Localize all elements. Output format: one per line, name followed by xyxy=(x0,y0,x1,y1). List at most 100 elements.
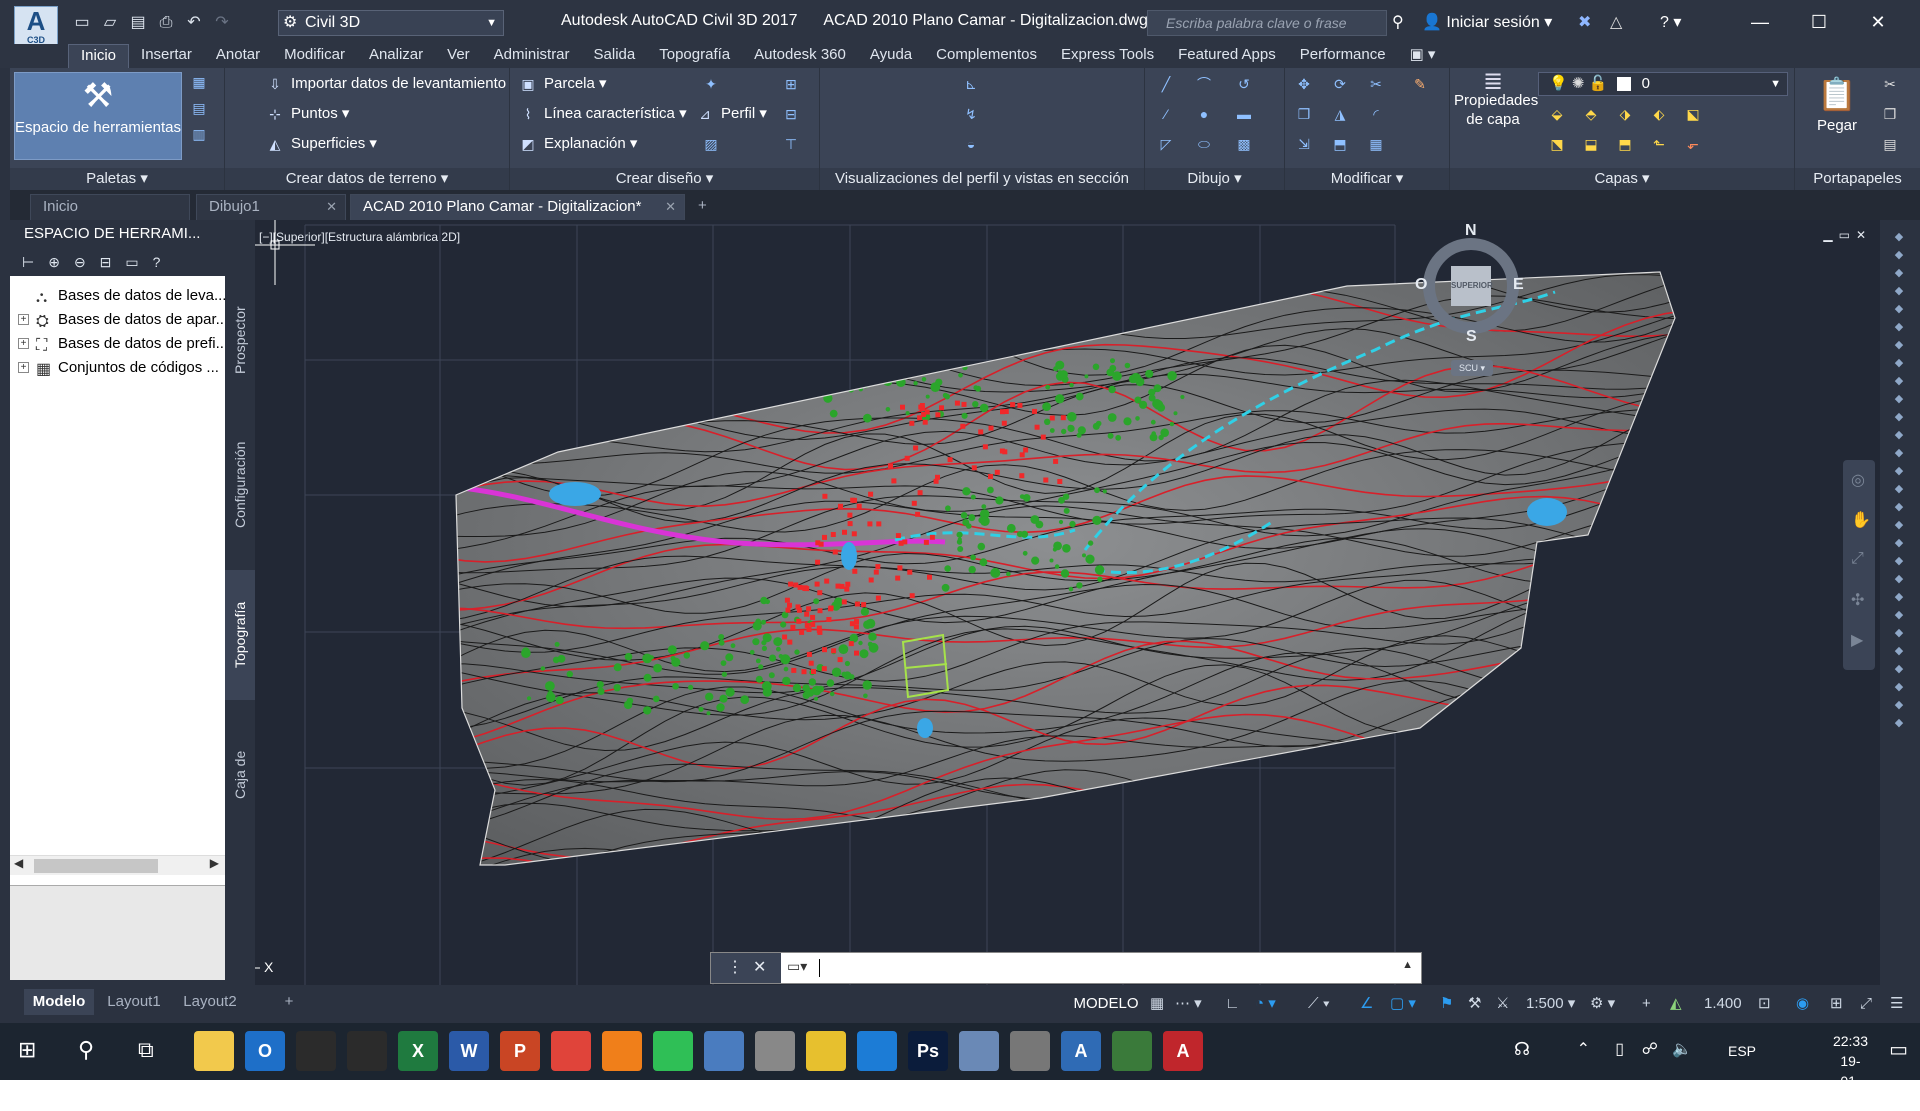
doc-tab-dibujo1[interactable]: Dibujo1 ✕ xyxy=(196,194,346,220)
paste-button[interactable]: 📋 Pegar xyxy=(1809,72,1865,136)
a360-icon[interactable]: △ xyxy=(1610,12,1622,32)
tab-topografia[interactable]: Topografía xyxy=(225,570,255,700)
intersection-icon[interactable]: ▨ xyxy=(700,134,722,154)
toolspace-button[interactable]: ⚒ Espacio de herramientas xyxy=(14,72,182,160)
tab-ayuda[interactable]: Ayuda xyxy=(858,44,924,68)
command-line[interactable]: ⋮✕🔧 ▭▾ ▲ xyxy=(710,952,1422,1006)
rail-tool-icon[interactable]: ◆ xyxy=(1890,518,1908,534)
layer-tool-3-icon[interactable]: ⬗ xyxy=(1614,104,1636,124)
object-snap-icon[interactable]: ▢ ▾ xyxy=(1390,991,1416,1017)
battery-icon[interactable]: ▯ xyxy=(1615,1039,1624,1059)
rail-tool-icon[interactable]: ◆ xyxy=(1890,680,1908,696)
new-tab-button[interactable]: + xyxy=(690,194,720,220)
status-menu-icon[interactable]: ☰ xyxy=(1890,991,1903,1017)
tree-item-survey-db[interactable]: ⛬ Bases de datos de leva... xyxy=(10,284,226,308)
panel-title-paletas[interactable]: Paletas ▾ xyxy=(10,168,224,190)
showmotion-icon[interactable]: ▶ xyxy=(1851,630,1863,650)
rail-tool-icon[interactable]: ◆ xyxy=(1890,374,1908,390)
annotation-scale-dropdown[interactable]: 1:500 ▾ xyxy=(1526,991,1575,1017)
outlook-icon[interactable]: O xyxy=(245,1031,285,1071)
search-input[interactable]: Escriba palabra clave o frase xyxy=(1147,10,1387,36)
volume-icon[interactable]: 🔈 xyxy=(1672,1039,1692,1059)
horizontal-scrollbar[interactable]: ◀ ▶ xyxy=(10,855,225,875)
osnap-icon[interactable]: ∠ xyxy=(1360,991,1373,1017)
import-survey-button[interactable]: ⇩ Importar datos de levantamiento xyxy=(265,74,506,94)
rail-tool-icon[interactable]: ◆ xyxy=(1890,590,1908,606)
app-chart-icon[interactable] xyxy=(1112,1031,1152,1071)
expand-icon[interactable]: + xyxy=(18,362,29,373)
expand-icon[interactable]: + xyxy=(18,314,29,325)
spline-icon[interactable]: ◸ xyxy=(1155,134,1177,154)
binoculars-icon[interactable]: ⚲ xyxy=(1392,12,1404,32)
panel-title-capas[interactable]: Capas ▾ xyxy=(1450,168,1794,190)
sample-lines-icon[interactable]: ↯ xyxy=(960,104,982,124)
assembly-icon[interactable]: ⊟ xyxy=(780,104,802,124)
rail-tool-icon[interactable]: ◆ xyxy=(1890,230,1908,246)
rail-tool-icon[interactable]: ◆ xyxy=(1890,572,1908,588)
panel-title-modificar[interactable]: Modificar ▾ xyxy=(1285,168,1449,190)
redo-icon[interactable]: ↷ xyxy=(210,12,234,34)
signin-button[interactable]: 👤 Iniciar sesión ▾ xyxy=(1422,12,1552,32)
hatch-icon[interactable]: ▩ xyxy=(1233,134,1255,154)
steering-wheel-icon[interactable]: ◎ xyxy=(1851,470,1865,490)
tab-configuracion[interactable]: Configuración xyxy=(225,410,255,560)
print-icon[interactable]: ⎙ xyxy=(154,12,178,34)
help-icon[interactable]: ? xyxy=(153,254,161,270)
layer-tool-5-icon[interactable]: ⬕ xyxy=(1682,104,1704,124)
undo-icon[interactable]: ↶ xyxy=(182,12,206,34)
rotate-icon[interactable]: ⟳ xyxy=(1329,74,1351,94)
exchange-icon[interactable]: ✖ xyxy=(1578,12,1591,32)
layer-tool-4-icon[interactable]: ⬖ xyxy=(1648,104,1670,124)
layer-tool-7-icon[interactable]: ⬓ xyxy=(1580,134,1602,154)
orbit-icon[interactable]: ✣ xyxy=(1851,590,1864,610)
doc-tab-inicio[interactable]: Inicio xyxy=(30,194,190,220)
tab-prospector[interactable]: Prospector xyxy=(225,280,255,400)
people-icon[interactable]: ☊ xyxy=(1514,1039,1530,1060)
rail-tool-icon[interactable]: ◆ xyxy=(1890,284,1908,300)
layer-tool-2-icon[interactable]: ⬘ xyxy=(1580,104,1602,124)
task-view-icon[interactable]: ⧉ xyxy=(138,1037,154,1063)
rail-tool-icon[interactable]: ◆ xyxy=(1890,554,1908,570)
tab-complementos[interactable]: Complementos xyxy=(924,44,1049,68)
help-icon[interactable]: ? ▾ xyxy=(1660,12,1681,32)
tab-modificar[interactable]: Modificar xyxy=(272,44,357,68)
fullscreen-icon[interactable]: ⤢ xyxy=(1860,991,1872,1017)
rail-tool-icon[interactable]: ◆ xyxy=(1890,266,1908,282)
layout-tab-layout2[interactable]: Layout2 xyxy=(174,989,246,1015)
rail-tool-icon[interactable]: ◆ xyxy=(1890,338,1908,354)
points-button[interactable]: ⊹ Puntos ▾ xyxy=(265,104,349,124)
erase-icon[interactable]: ✎ xyxy=(1409,74,1431,94)
tab-performance[interactable]: Performance xyxy=(1288,44,1398,68)
layer-tool-10-icon[interactable]: ⬐ xyxy=(1682,134,1704,154)
parcel-button[interactable]: ▣ Parcela ▾ xyxy=(518,74,606,94)
teamviewer-icon[interactable] xyxy=(857,1031,897,1071)
app-blue-icon[interactable] xyxy=(704,1031,744,1071)
annotation-visibility-icon[interactable]: ⚑ xyxy=(1440,991,1453,1017)
annotation-scale-icon[interactable]: ⚔ xyxy=(1496,991,1509,1017)
rail-tool-icon[interactable]: ◆ xyxy=(1890,356,1908,372)
tab-analizar[interactable]: Analizar xyxy=(357,44,435,68)
viewcube[interactable]: SUPERIOR N S O E SCU ▾ xyxy=(1415,222,1525,376)
save-icon[interactable]: ▤ xyxy=(126,12,150,34)
feature-line-button[interactable]: ⌇ Línea característica ▾ xyxy=(518,104,687,124)
lineweight-value[interactable]: 1.400 xyxy=(1704,991,1742,1017)
command-history-icon[interactable]: ▲ xyxy=(1402,959,1413,971)
tree-icon[interactable]: ⊢ xyxy=(22,254,34,271)
chrome-icon[interactable] xyxy=(551,1031,591,1071)
close-icon[interactable]: ✕ xyxy=(326,195,337,219)
network-icon[interactable]: ☍ xyxy=(1642,1039,1658,1059)
rail-tool-icon[interactable]: ◆ xyxy=(1890,320,1908,336)
alignment-icon[interactable]: ✦ xyxy=(700,74,722,94)
plus-icon[interactable]: + xyxy=(1642,991,1651,1017)
hardware-accel-icon[interactable]: ⊡ xyxy=(1758,991,1771,1017)
rail-tool-icon[interactable]: ◆ xyxy=(1890,410,1908,426)
pan-icon[interactable]: ✋ xyxy=(1851,510,1871,530)
open-icon[interactable]: ▱ xyxy=(98,12,122,34)
snap-icon[interactable]: ⋯ ▾ xyxy=(1175,991,1202,1017)
panel-title-crear-diseno[interactable]: Crear diseño ▾ xyxy=(510,168,819,190)
profile-view-icon[interactable]: ⊾ xyxy=(960,74,982,94)
app-palette-icon[interactable] xyxy=(959,1031,999,1071)
grading-button[interactable]: ◩ Explanación ▾ xyxy=(518,134,637,154)
command-line-handle[interactable]: ⋮✕🔧 xyxy=(711,953,781,1006)
isolate-objects-icon[interactable]: ◉ xyxy=(1796,991,1809,1017)
